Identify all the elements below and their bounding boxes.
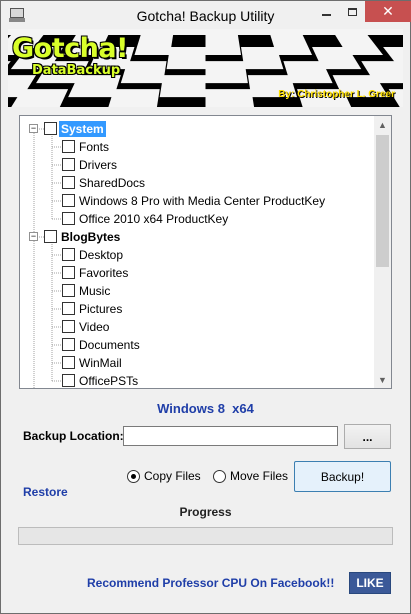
maximize-icon <box>347 7 357 16</box>
tree-node-label[interactable]: Drivers <box>77 157 119 173</box>
checkbox-icon[interactable] <box>44 230 57 243</box>
checkbox-icon[interactable] <box>62 158 75 171</box>
checker-tile <box>108 89 160 107</box>
tree-node-label[interactable]: Fonts <box>77 139 111 155</box>
tree-node-label[interactable]: Desktop <box>77 247 125 263</box>
app-banner: Gotcha! DataBackup By: Christopher L. Gr… <box>8 29 403 107</box>
tree-item-node[interactable]: Office 2010 x64 ProductKey <box>20 210 370 228</box>
tree-node-label[interactable]: Documents <box>77 337 142 353</box>
scroll-up-icon[interactable]: ▲ <box>374 116 391 133</box>
tree-group-node[interactable]: − BlogBytes <box>20 228 370 246</box>
checkbox-icon[interactable] <box>62 302 75 315</box>
tree-node-label[interactable]: Video <box>77 319 111 335</box>
checker-tile <box>120 61 167 84</box>
tree-item-node[interactable]: Video <box>20 318 370 336</box>
tree-node-label[interactable]: WinMail <box>77 355 124 371</box>
checkbox-icon[interactable] <box>62 374 75 387</box>
backup-location-input[interactable] <box>123 426 338 446</box>
window-frame-left <box>0 30 1 614</box>
checker-tile <box>205 61 248 84</box>
close-icon: ✕ <box>382 3 394 20</box>
tree-item-node[interactable]: Documents <box>20 336 370 354</box>
backup-button[interactable]: Backup! <box>294 461 391 492</box>
banner-logo-title: Gotcha! <box>12 33 128 64</box>
checker-tile <box>159 75 206 98</box>
checkbox-icon[interactable] <box>62 248 75 261</box>
os-info-label: Windows 8 x64 <box>157 401 254 416</box>
checker-tile <box>134 33 174 56</box>
checkbox-icon[interactable] <box>62 338 75 351</box>
tree-node-label[interactable]: Music <box>77 283 112 299</box>
checkbox-icon[interactable] <box>62 284 75 297</box>
facebook-promo-text: Recommend Professor CPU On Facebook!! <box>87 576 335 590</box>
tree-item-node[interactable]: Music <box>20 282 370 300</box>
maximize-button[interactable] <box>339 1 365 22</box>
checkbox-icon[interactable] <box>62 140 75 153</box>
scroll-thumb[interactable] <box>376 135 389 267</box>
minimize-button[interactable] <box>313 1 339 22</box>
radio-unselected-icon[interactable] <box>213 469 226 483</box>
collapse-icon[interactable]: − <box>29 124 38 133</box>
tree-node-label[interactable]: System <box>59 121 106 137</box>
radio-selected-icon[interactable] <box>127 469 140 483</box>
backup-location-label: Backup Location: <box>23 429 124 443</box>
tree-item-node[interactable]: Desktop <box>20 246 370 264</box>
checkbox-icon[interactable] <box>62 356 75 369</box>
tree-item-node[interactable]: Windows 8 Pro with Media Center ProductK… <box>20 192 370 210</box>
scroll-down-icon[interactable]: ▼ <box>374 371 391 388</box>
tree-item-node[interactable]: OfficePSTs <box>20 372 370 388</box>
checkbox-icon[interactable] <box>62 266 75 279</box>
minimize-icon <box>321 13 331 16</box>
checkbox-icon[interactable] <box>62 212 75 225</box>
checkbox-icon[interactable] <box>44 122 57 135</box>
move-files-label: Move Files <box>230 469 289 483</box>
title-bar[interactable]: Gotcha! Backup Utility ✕ <box>0 0 411 30</box>
tree-item-node[interactable]: Fonts <box>20 138 370 156</box>
checker-tile <box>241 47 284 70</box>
tree-node-label[interactable]: Windows 8 Pro with Media Center ProductK… <box>77 193 327 209</box>
checkbox-icon[interactable] <box>62 320 75 333</box>
tree-node-label[interactable]: Pictures <box>77 301 124 317</box>
tree-item-node[interactable]: Drivers <box>20 156 370 174</box>
progress-bar <box>18 527 393 545</box>
checkbox-icon[interactable] <box>62 176 75 189</box>
checker-tile <box>205 89 255 107</box>
tree-item-node[interactable]: SharedDocs <box>20 174 370 192</box>
tree-item-node[interactable]: WinMail <box>20 354 370 372</box>
banner-author: By: Christopher L. Greer <box>278 89 395 100</box>
move-files-radio[interactable]: Move Files <box>213 469 288 483</box>
tree-node-label[interactable]: OfficePSTs <box>77 373 140 388</box>
tree-node-label[interactable]: BlogBytes <box>59 229 122 245</box>
tree-scrollbar[interactable]: ▲ ▼ <box>374 116 391 388</box>
facebook-like-button[interactable]: LIKE <box>349 572 391 594</box>
progress-label: Progress <box>179 505 232 519</box>
copy-files-radio[interactable]: Copy Files <box>127 469 201 483</box>
tree-node-label[interactable]: Favorites <box>77 265 130 281</box>
tree-item-node[interactable]: Favorites <box>20 264 370 282</box>
copy-files-label: Copy Files <box>144 469 201 483</box>
tree-group-node[interactable]: − System <box>20 120 370 138</box>
close-button[interactable]: ✕ <box>365 1 411 22</box>
checkbox-icon[interactable] <box>62 194 75 207</box>
browse-button[interactable]: ... <box>344 424 391 449</box>
restore-link[interactable]: Restore <box>23 485 68 499</box>
tree-item-node[interactable]: Pictures <box>20 300 370 318</box>
tree-node-label[interactable]: Office 2010 x64 ProductKey <box>77 211 230 227</box>
tree-node-label[interactable]: SharedDocs <box>77 175 147 191</box>
checker-tile <box>205 33 242 56</box>
backup-tree[interactable]: ▲ ▼ − System Fonts Drivers SharedDocs Windows… <box>19 115 392 389</box>
banner-logo-subtitle: DataBackup <box>32 63 121 78</box>
collapse-icon[interactable]: − <box>29 232 38 241</box>
checker-tile <box>166 47 206 70</box>
